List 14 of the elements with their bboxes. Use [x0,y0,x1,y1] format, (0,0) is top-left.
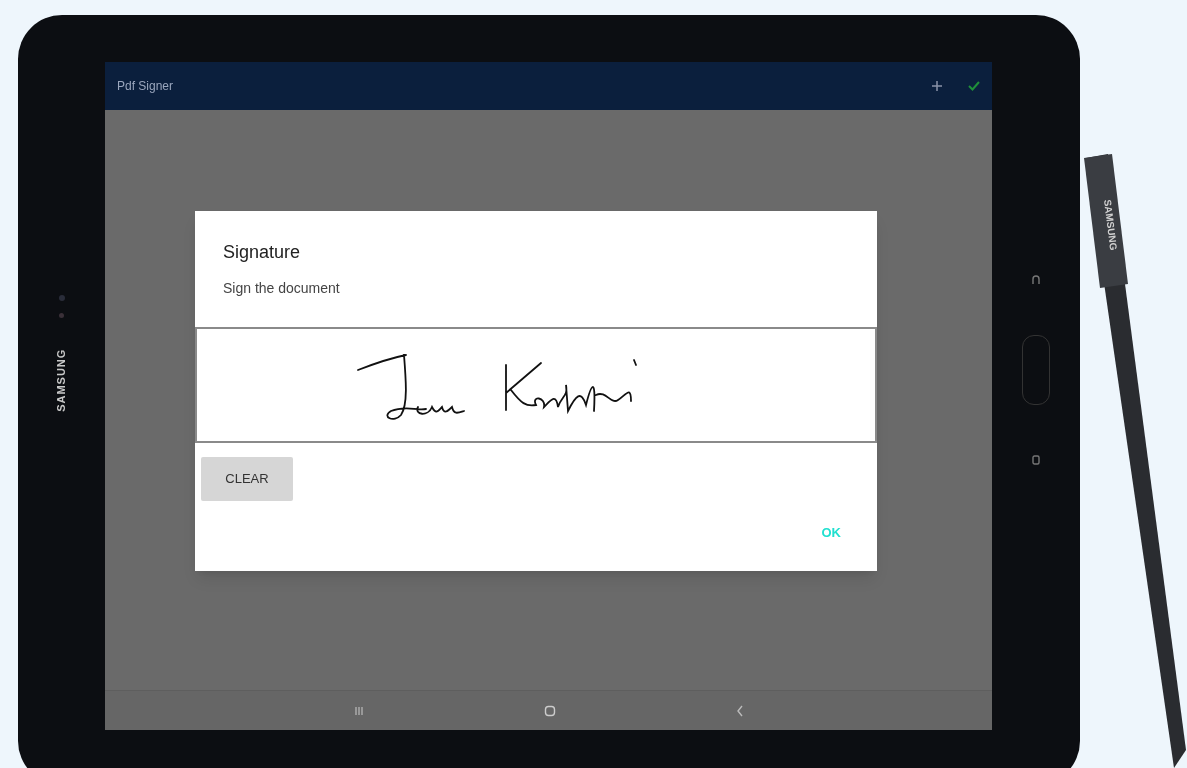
window-icon [1032,455,1040,465]
check-icon[interactable] [968,81,980,91]
back-icon[interactable] [735,704,744,717]
app-title: Pdf Signer [117,78,175,95]
home-icon[interactable] [543,704,556,717]
clear-button[interactable]: CLEAR [201,457,293,501]
recents-icon[interactable] [353,705,364,716]
headphone-icon [1032,275,1040,285]
dialog-title: Signature [223,241,302,264]
add-icon[interactable] [932,81,942,91]
signature-pad[interactable] [195,327,877,443]
stylus-brand-label: SAMSUNG [1102,198,1120,251]
dialog-subtitle: Sign the document [223,279,341,298]
brand-logo: SAMSUNG [54,348,69,412]
